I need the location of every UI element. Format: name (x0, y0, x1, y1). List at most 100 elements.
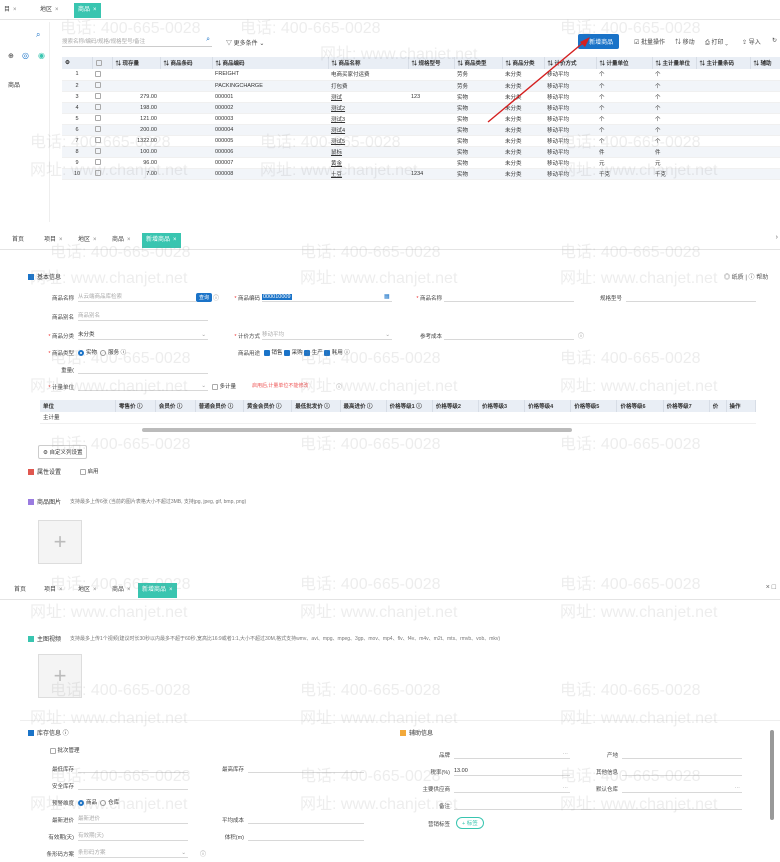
refresh-icon[interactable]: ↻ (772, 37, 777, 44)
add-circle-icon[interactable]: ⊕ (8, 52, 14, 60)
unit-select[interactable]: ⌄ (78, 381, 208, 391)
close-icon[interactable]: × (93, 237, 97, 243)
close-icon[interactable]: × (169, 587, 173, 593)
edit-circle-icon[interactable]: ◎ (22, 51, 29, 60)
select-all-checkbox[interactable] (92, 57, 113, 69)
name-search-input[interactable]: 从云端商品库检索 (78, 292, 196, 302)
row-checkbox[interactable] (92, 168, 112, 180)
column-header[interactable]: ⇅ 商品名称 (328, 57, 409, 69)
column-header[interactable]: ⇅ 规格型号 (408, 57, 455, 69)
expand-icon[interactable]: ◉ (38, 51, 45, 60)
help-icon[interactable]: ⓘ (213, 293, 219, 302)
row-checkbox[interactable] (92, 80, 112, 92)
ref-cost-input[interactable] (444, 330, 574, 340)
tab-new-product[interactable]: 新增商品 × (138, 583, 177, 598)
cell-name[interactable]: 测试2 (328, 102, 408, 114)
table-row[interactable]: 8 100.00 000006 鼠标 实物 未分类 移动平均件件 (62, 146, 780, 158)
section-aux[interactable]: 辅助信息 (400, 728, 433, 737)
tab-new-product[interactable]: 新增商品 × (142, 233, 181, 248)
warning-dim-radio[interactable]: 商品 仓库 (78, 798, 119, 806)
tab-project[interactable]: 项目 × (40, 233, 67, 248)
section-main-video[interactable]: 主图视频 (28, 634, 61, 643)
print-help-links[interactable]: ◎ 纸质 | ⓘ 帮助 (724, 272, 768, 281)
table-row[interactable]: 1 FREIGHT 电商买家付运费 劳务 未分类 移动平均个个 (62, 69, 780, 81)
cell-name[interactable]: 黄金 (328, 157, 408, 169)
table-row[interactable]: 2 PACKINGCHARGE 打包费 劳务 未分类 移动平均个个 (62, 80, 780, 92)
close-icon[interactable]: × (127, 237, 131, 243)
row-checkbox[interactable] (92, 157, 112, 169)
type-radio-group[interactable]: 实物 服务 ⓘ (78, 348, 126, 356)
column-header[interactable]: ⇅ 商品编码 (212, 57, 329, 69)
more-filters-button[interactable]: ▽ 更多条件 ⌄ (226, 38, 264, 47)
horizontal-scrollbar[interactable] (142, 428, 572, 432)
tab-region[interactable]: 地区 × (36, 3, 63, 18)
cell-name[interactable]: 土豆 (328, 168, 408, 180)
help-icon[interactable]: ⓘ (200, 849, 206, 858)
category-tree-root[interactable]: 商品 (8, 80, 20, 89)
section-stock[interactable]: 库存信息 ⓘ (28, 728, 69, 737)
tab-region[interactable]: 地区 × (74, 583, 101, 598)
row-checkbox[interactable] (92, 146, 112, 158)
volume-input[interactable] (248, 831, 364, 841)
calendar-icon[interactable]: ▦ (384, 293, 390, 300)
pricing-select[interactable]: 移动平均 ⌄ (262, 330, 392, 340)
table-row[interactable]: 10 7.00 000008 土豆 1234 实物 未分类 移动平均 千克 千克 (62, 168, 780, 180)
close-icon[interactable]: × (59, 237, 63, 243)
close-icon[interactable]: × (59, 587, 63, 593)
help-icon[interactable]: ⓘ (578, 331, 584, 340)
search-input[interactable]: 搜索名称/编码/规格/规格型号/备注 ⌕ (62, 36, 212, 47)
batch-operations-button[interactable]: ☑ 批量操作 (634, 37, 665, 46)
barcode-scheme-select[interactable]: 条形码方案 ⌄ (78, 848, 188, 858)
default-warehouse-select[interactable]: ··· (622, 783, 742, 793)
cell-name[interactable]: 测试4 (328, 124, 408, 136)
table-row[interactable]: 6 200.00 000004 测试4 实物 未分类 移动平均个个 (62, 124, 780, 136)
alias-input[interactable]: 商品别名 (78, 311, 208, 321)
cell-name[interactable]: 电商买家付运费 (328, 69, 408, 81)
category-select[interactable]: 未分类 ⌄ (78, 330, 208, 340)
table-row[interactable]: 4 198.00 000002 测试2 实物 未分类 移动平均个个 (62, 102, 780, 114)
origin-input[interactable] (622, 749, 742, 759)
column-header[interactable]: ⇅ 商品条码 (160, 57, 213, 69)
shelf-life-input[interactable]: 有效期(天) (78, 831, 188, 841)
vertical-scrollbar[interactable] (770, 730, 774, 820)
section-basic-info[interactable]: 基本信息 (28, 272, 61, 281)
multi-unit-checkbox[interactable]: 多计量 (212, 382, 236, 390)
help-icon[interactable]: ⓘ (336, 382, 342, 391)
tab-home[interactable]: 首页 (8, 233, 28, 248)
custom-columns-button[interactable]: ⚙ 自定义列设置 (38, 445, 88, 459)
cell-name[interactable]: 测试5 (328, 135, 408, 147)
column-header[interactable]: ⇅ 现存量 (112, 57, 161, 69)
row-checkbox[interactable] (92, 135, 112, 147)
search-icon[interactable]: ⌕ (206, 36, 210, 44)
add-tag-button[interactable]: + 标签 (456, 817, 484, 829)
section-images[interactable]: 商品图片 (28, 497, 61, 506)
cell-name[interactable]: 测试3 (328, 113, 408, 125)
brand-select[interactable]: ··· (454, 749, 570, 759)
table-row[interactable]: 3 279.00 000001 测试 123 实物 未分类 移动平均个个 (62, 91, 780, 103)
usage-checkbox-group[interactable]: 销售 采购 生产 耗用 ⓘ (264, 348, 350, 356)
batch-checkbox[interactable]: 批次管理 (50, 746, 80, 754)
cell-name[interactable]: 鼠标 (328, 146, 408, 158)
close-icon[interactable]: × (93, 587, 97, 593)
avg-cost-input[interactable] (248, 814, 364, 824)
tab-products[interactable]: 商品 × (108, 583, 135, 598)
tab-products[interactable]: 商品 × (74, 3, 101, 18)
name-search-button[interactable]: 查询 (196, 293, 213, 302)
row-checkbox[interactable] (92, 91, 112, 103)
tax-input[interactable]: 13.00 (454, 766, 570, 776)
tab-products[interactable]: 商品 × (108, 233, 135, 248)
weight-input[interactable] (78, 364, 208, 374)
close-icon[interactable]: × (127, 587, 131, 593)
supplier-select[interactable]: ··· (454, 783, 570, 793)
image-upload-plus-icon[interactable]: + (38, 520, 82, 564)
close-icon[interactable]: × (93, 7, 97, 13)
table-row[interactable]: 7 1322.00 000005 测试5 实物 未分类 移动平均个个 (62, 135, 780, 147)
tab-menu[interactable]: 目 × (0, 3, 21, 18)
tab-scroll-right-icon[interactable]: › (776, 234, 778, 241)
import-button[interactable]: ⇪ 导入 (742, 37, 761, 46)
note-input[interactable] (454, 800, 742, 810)
close-icon[interactable]: × (173, 237, 177, 243)
max-stock-input[interactable] (248, 763, 364, 773)
row-checkbox[interactable] (92, 113, 112, 125)
column-header[interactable]: ⇅ 主计量条码 (696, 57, 751, 69)
